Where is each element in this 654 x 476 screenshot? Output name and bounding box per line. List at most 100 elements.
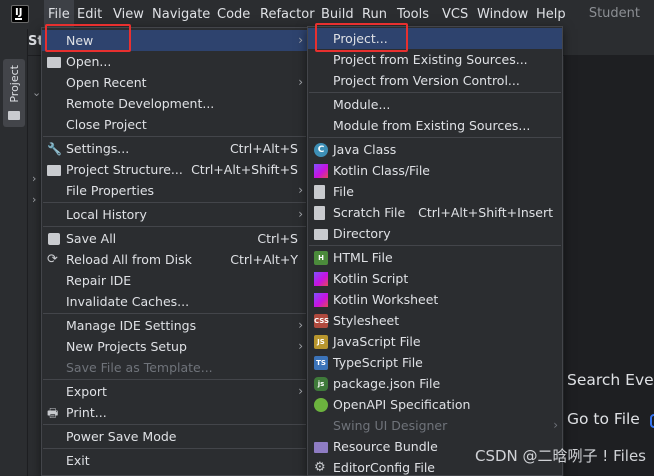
chevron-down-icon[interactable]: ⌄ (32, 86, 41, 99)
menu-item-open-recent[interactable]: Open Recent › (42, 72, 307, 93)
menu-item-label: Export (66, 384, 107, 399)
menu-item-label: File (333, 184, 354, 199)
menu-item-label: Project Structure... (66, 162, 183, 177)
menu-item-label: Project from Existing Sources... (333, 52, 528, 67)
chevron-right-icon: › (298, 33, 303, 47)
menu-item-save-all[interactable]: Save All Ctrl+S (42, 228, 307, 249)
menu-item-label: OpenAPI Specification (333, 397, 471, 412)
menu-item-label: Repair IDE (66, 273, 132, 288)
menu-item-reload-all[interactable]: ⟳ Reload All from Disk Ctrl+Alt+Y (42, 249, 307, 270)
menu-item-label: package.json File (333, 376, 441, 391)
menu-separator (43, 424, 306, 425)
new-item-package-json[interactable]: js package.json File (308, 373, 562, 394)
html-icon: H (314, 251, 328, 265)
new-item-openapi-spec[interactable]: OpenAPI Specification (308, 394, 562, 415)
menu-item-label: Save File as Template... (66, 360, 213, 375)
menu-item-shortcut: Ctrl+Alt+Shift+S (191, 162, 298, 177)
menu-item-label: Save All (66, 231, 117, 246)
menu-item-label: Open... (66, 54, 112, 69)
menu-vcs[interactable]: VCS (442, 0, 468, 29)
new-item-kotlin-script[interactable]: Kotlin Script (308, 268, 562, 289)
go-to-file-hint: Go to File (567, 410, 640, 428)
directory-icon (314, 229, 328, 240)
intellij-logo-icon[interactable]: IJ (11, 5, 29, 23)
menu-item-remote-development[interactable]: Remote Development... (42, 93, 307, 114)
new-item-kotlin-class[interactable]: Kotlin Class/File (308, 160, 562, 181)
menu-item-label: Invalidate Caches... (66, 294, 190, 309)
kotlin-worksheet-icon (314, 293, 328, 307)
menu-item-close-project[interactable]: Close Project (42, 114, 307, 135)
menu-window[interactable]: Window (477, 0, 528, 29)
shortcut-badge-icon (650, 414, 654, 428)
chevron-right-icon: › (298, 183, 303, 197)
new-item-kotlin-worksheet[interactable]: Kotlin Worksheet (308, 289, 562, 310)
scratch-file-icon (314, 206, 325, 220)
menu-item-local-history[interactable]: Local History › (42, 204, 307, 225)
new-item-swing-ui-designer: Swing UI Designer › (308, 415, 562, 436)
openapi-icon (314, 398, 328, 412)
menu-item-shortcut: Ctrl+Alt+S (229, 141, 298, 156)
annotation-highlight-project (315, 23, 408, 52)
folder-icon (8, 111, 20, 120)
new-item-stylesheet[interactable]: CSS Stylesheet (308, 310, 562, 331)
menu-separator (309, 92, 561, 93)
search-everywhere-hint: Search Ever (567, 371, 654, 389)
menu-item-label: Project from Version Control... (333, 73, 520, 88)
menu-item-label: Local History (66, 207, 147, 222)
new-item-scratch-file[interactable]: Scratch File Ctrl+Alt+Shift+Insert (308, 202, 562, 223)
chevron-right-icon: › (298, 339, 303, 353)
menu-item-save-file-as-template: Save File as Template... (42, 357, 307, 378)
menu-code[interactable]: Code (217, 0, 250, 29)
menu-refactor[interactable]: Refactor (260, 0, 315, 29)
new-item-file[interactable]: File (308, 181, 562, 202)
menu-item-open[interactable]: Open... (42, 51, 307, 72)
new-item-module-existing-sources[interactable]: Module from Existing Sources... (308, 115, 562, 136)
new-item-module[interactable]: Module... (308, 94, 562, 115)
menu-item-file-properties[interactable]: File Properties › (42, 180, 307, 201)
menu-item-manage-ide-settings[interactable]: Manage IDE Settings › (42, 315, 307, 336)
menu-item-label: Kotlin Class/File (333, 163, 430, 178)
menu-item-label: Module... (333, 97, 391, 112)
menu-item-label: Settings... (66, 141, 130, 156)
menu-help[interactable]: Help (536, 0, 566, 29)
print-icon: 🖶 (47, 406, 59, 420)
javascript-icon: JS (314, 335, 328, 349)
new-item-javascript-file[interactable]: JS JavaScript File (308, 331, 562, 352)
menu-item-print[interactable]: 🖶 Print... (42, 402, 307, 423)
menu-item-invalidate-caches[interactable]: Invalidate Caches... (42, 291, 307, 312)
project-structure-icon (47, 165, 61, 176)
menu-item-label: Power Save Mode (66, 429, 177, 444)
new-item-java-class[interactable]: C Java Class (308, 139, 562, 160)
file-menu-popup: New › Open... Open Recent › Remote Devel… (41, 27, 308, 476)
menu-separator (43, 202, 306, 203)
chevron-right-icon: › (298, 318, 303, 332)
menu-item-label: Exit (66, 453, 90, 468)
chevron-right-icon[interactable]: › (32, 193, 36, 206)
menu-item-new-projects-setup[interactable]: New Projects Setup › (42, 336, 307, 357)
menu-navigate[interactable]: Navigate (152, 0, 210, 29)
chevron-right-icon[interactable]: › (32, 172, 36, 185)
menu-item-label: Scratch File (333, 205, 406, 220)
menu-item-label: HTML File (333, 250, 393, 265)
nodejs-icon: js (314, 377, 328, 391)
menu-item-label: Remote Development... (66, 96, 215, 111)
menu-item-project-structure[interactable]: Project Structure... Ctrl+Alt+Shift+S (42, 159, 307, 180)
menu-item-label: Swing UI Designer (333, 418, 448, 433)
new-item-project-vcs[interactable]: Project from Version Control... (308, 70, 562, 91)
new-item-typescript-file[interactable]: TS TypeScript File (308, 352, 562, 373)
menu-item-power-save-mode[interactable]: Power Save Mode (42, 426, 307, 447)
new-item-project-existing-sources[interactable]: Project from Existing Sources... (308, 49, 562, 70)
java-class-icon: C (314, 143, 328, 157)
menu-item-exit[interactable]: Exit (42, 450, 307, 471)
menu-item-settings[interactable]: 🔧 Settings... Ctrl+Alt+S (42, 138, 307, 159)
kotlin-script-icon (314, 272, 328, 286)
menu-item-label: Manage IDE Settings (66, 318, 197, 333)
menu-item-label: Open Recent (66, 75, 147, 90)
chevron-right-icon: › (553, 418, 558, 432)
new-item-html-file[interactable]: H HTML File (308, 247, 562, 268)
file-icon (314, 185, 325, 199)
new-item-directory[interactable]: Directory (308, 223, 562, 244)
menu-item-repair-ide[interactable]: Repair IDE (42, 270, 307, 291)
menu-item-export[interactable]: Export › (42, 381, 307, 402)
menu-item-label: Resource Bundle (333, 439, 438, 454)
